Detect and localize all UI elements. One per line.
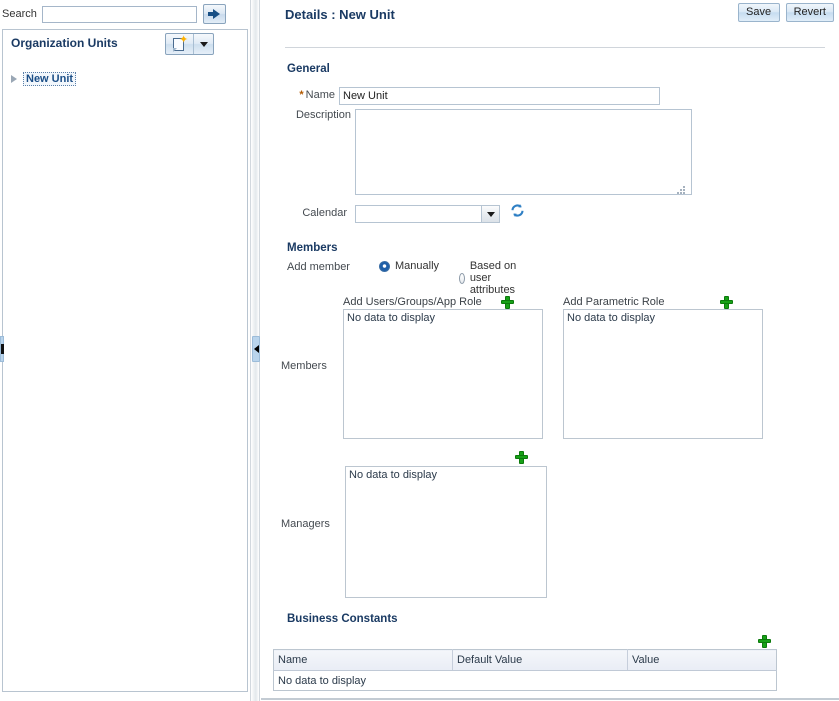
parametric-list-actions [720, 295, 753, 309]
business-constants-table: Name Default Value Value No data to disp… [273, 649, 777, 691]
users-list-empty-text: No data to display [347, 312, 436, 324]
calendar-refresh-icon[interactable] [509, 202, 526, 219]
members-row-label: Members [281, 360, 327, 372]
revert-button[interactable]: Revert [785, 3, 834, 22]
delete-x-icon-disabled [777, 634, 791, 648]
new-org-unit-split-button: ✦ [165, 33, 214, 55]
description-label: Description [295, 109, 351, 121]
left-panel: Search Organization Units ✦ New Unit [0, 0, 250, 701]
parametric-listbox[interactable]: No data to display [563, 309, 763, 439]
save-button[interactable]: Save [737, 3, 780, 22]
organization-units-toolbar: ✦ [165, 33, 241, 55]
managers-list-actions [515, 450, 548, 464]
column-header-value[interactable]: Value [627, 649, 777, 671]
delete-x-icon[interactable] [534, 450, 548, 464]
users-list-actions [501, 295, 534, 309]
section-title-members: Members [287, 242, 338, 254]
search-go-button[interactable] [202, 4, 226, 24]
required-marker: * [299, 89, 304, 101]
header-actions: Save Revert [737, 3, 834, 22]
name-label: * Name [269, 89, 335, 101]
column-header-default-value[interactable]: Default Value [452, 649, 628, 671]
delete-x-icon[interactable] [520, 295, 534, 309]
new-document-icon: ✦ [172, 34, 188, 52]
details-body: General *Name Description Calendar Membe… [261, 48, 839, 701]
organization-units-title: Organization Units [11, 36, 118, 50]
managers-row-label: Managers [281, 518, 330, 530]
radio-manually[interactable]: Manually [379, 260, 439, 272]
business-constants-actions [758, 634, 791, 648]
chevron-down-icon[interactable] [481, 206, 499, 222]
new-org-unit-dropdown-button[interactable] [194, 34, 213, 54]
calendar-select[interactable] [355, 205, 500, 223]
section-title-general: General [287, 63, 330, 75]
details-header: Details : New Unit Save Revert [261, 0, 839, 30]
business-constants-empty-text: No data to display [278, 674, 367, 687]
managers-listbox[interactable]: No data to display [345, 466, 547, 598]
radio-manually-label: Manually [395, 260, 440, 272]
new-org-unit-button[interactable]: ✦ [166, 34, 194, 54]
search-label: Search [2, 8, 37, 20]
page-title: Details : New Unit [285, 7, 395, 22]
organization-units-tree: New Unit [3, 59, 247, 691]
plus-icon[interactable] [515, 450, 528, 464]
name-label-text: Name [305, 89, 335, 101]
users-listbox[interactable]: No data to display [343, 309, 543, 439]
radio-based-on-user-attributes[interactable]: Based on user attributes [459, 260, 520, 296]
tree-node-new-unit[interactable]: New Unit [11, 71, 77, 87]
left-splitter-handle[interactable] [0, 336, 4, 362]
delete-org-unit-button[interactable] [222, 34, 241, 54]
chevron-right-icon[interactable] [11, 75, 17, 83]
parametric-list-header: Add Parametric Role [563, 296, 665, 308]
panel-splitter[interactable] [250, 0, 260, 701]
column-header-name[interactable]: Name [273, 649, 453, 671]
table-header-row: Name Default Value Value [273, 649, 777, 671]
section-title-business-constants: Business Constants [287, 613, 398, 625]
managers-list-empty-text: No data to display [349, 469, 438, 481]
radio-unselected-icon [459, 272, 465, 284]
table-row-empty: No data to display [274, 671, 777, 691]
add-member-label: Add member [287, 261, 350, 273]
users-list-header: Add Users/Groups/App Role [343, 296, 482, 308]
calendar-select-value [356, 206, 481, 222]
radio-based-on-user-attributes-label: Based on user attributes [469, 260, 517, 296]
chevron-left-icon [253, 345, 259, 353]
name-input[interactable] [339, 87, 660, 105]
plus-icon[interactable] [720, 295, 733, 309]
radio-selected-icon [379, 260, 390, 272]
panel-collapse-handle[interactable] [252, 336, 260, 362]
bottom-divider [261, 698, 839, 700]
organization-units-panel: Organization Units ✦ New Unit [2, 29, 248, 692]
arrow-right-icon [208, 8, 221, 20]
delete-x-icon[interactable] [739, 295, 753, 309]
parametric-list-empty-text: No data to display [567, 312, 656, 324]
details-panel: Details : New Unit Save Revert General *… [261, 0, 839, 701]
plus-icon[interactable] [758, 634, 771, 648]
search-input[interactable] [41, 5, 197, 23]
plus-icon[interactable] [501, 295, 514, 309]
chevron-down-icon [199, 41, 208, 47]
organization-units-header: Organization Units ✦ [3, 30, 247, 59]
description-textarea[interactable] [355, 109, 692, 195]
tree-node-label: New Unit [23, 72, 77, 86]
search-bar: Search [0, 2, 250, 26]
calendar-label: Calendar [302, 207, 347, 219]
